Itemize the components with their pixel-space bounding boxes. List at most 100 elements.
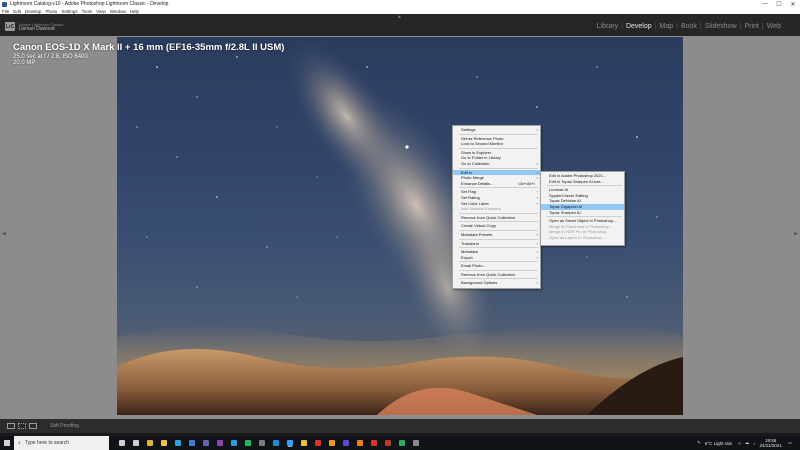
- menu-help[interactable]: Help: [130, 9, 139, 14]
- notes-icon[interactable]: [301, 440, 307, 446]
- menu-develop[interactable]: Develop: [25, 9, 42, 14]
- menu-tools[interactable]: Tools: [82, 9, 93, 14]
- menu-item-label: Show in Explorer: [461, 149, 492, 155]
- ctx-item-background-options[interactable]: Background Options ›: [453, 280, 540, 286]
- chrome-icon[interactable]: [147, 440, 153, 446]
- menu-item-label: Merge to HDR Pro in Photoshop...: [549, 229, 610, 235]
- menu-separator: [459, 212, 538, 214]
- ctx-item-lock-to-second-monitor[interactable]: Lock to Second Monitor: [453, 141, 540, 147]
- module-book[interactable]: Book: [678, 23, 700, 30]
- spotify-icon[interactable]: [245, 440, 251, 446]
- loupe-view-icon[interactable]: [7, 423, 15, 429]
- windows-taskbar: ⌕ Type here to search ✎ 6°C Light rain ˄…: [0, 436, 800, 450]
- collapse-left-panel-icon[interactable]: ◀: [2, 231, 6, 237]
- menu-item-label: Settings: [461, 127, 476, 132]
- menu-item-label: Remove from Quick Collection: [461, 271, 516, 277]
- weather-widget[interactable]: 6°C Light rain: [705, 441, 732, 446]
- menu-separator: [459, 247, 538, 249]
- menu-window[interactable]: Window: [110, 9, 126, 14]
- module-print[interactable]: Print: [741, 23, 761, 30]
- menu-item-label: Open as Smart Object in Photoshop...: [549, 218, 617, 224]
- ctx-item-remove-from-quick-collection[interactable]: Remove from Quick Collection: [453, 272, 540, 278]
- ctx-item-settings[interactable]: Settings ›: [453, 127, 540, 133]
- menu-item-label: Open as Layers in Photoshop...: [549, 234, 606, 240]
- menu-item-label: SpyderCheckr Editing: [549, 192, 588, 198]
- menu-item-label: Metadata Presets: [461, 231, 493, 237]
- lightroom-classic-icon[interactable]: [287, 440, 293, 446]
- submenu-item-edit-in-topaz-sharpen-ai-exe[interactable]: Edit in Topaz Sharpen AI.exe...: [541, 179, 624, 185]
- pen-icon[interactable]: ✎: [697, 440, 701, 446]
- ctx-item-metadata-presets[interactable]: Metadata Presets ›: [453, 232, 540, 238]
- notifications-icon[interactable]: ▭: [788, 440, 792, 446]
- before-after-icon[interactable]: [18, 423, 26, 429]
- taskbar-apps: [115, 440, 423, 446]
- teams-icon[interactable]: [203, 440, 209, 446]
- menu-separator: [459, 221, 538, 223]
- module-develop[interactable]: Develop: [623, 23, 655, 30]
- menu-item-label: Set Color Label: [461, 200, 489, 206]
- media-icon[interactable]: [259, 440, 265, 446]
- collapse-right-panel-icon[interactable]: ▶: [794, 231, 798, 237]
- app-gray-icon[interactable]: [413, 440, 419, 446]
- task-view-icon[interactable]: [119, 440, 125, 446]
- context-menu: Settings › Set as Reference Photo Lock to S…: [452, 125, 541, 289]
- soft-proofing-checkbox[interactable]: Soft Proofing: [50, 423, 79, 429]
- mail-icon[interactable]: [189, 440, 195, 446]
- edge-icon[interactable]: [175, 440, 181, 446]
- module-library[interactable]: Library: [594, 23, 621, 30]
- compare-view-icon[interactable]: [29, 423, 37, 429]
- chevron-right-icon: ›: [536, 280, 538, 286]
- ctx-item-create-virtual-copy[interactable]: Create Virtual Copy: [453, 223, 540, 229]
- menu-separator: [459, 269, 538, 271]
- menu-file[interactable]: File: [2, 9, 9, 14]
- widgets-icon[interactable]: [133, 440, 139, 446]
- maximize-button[interactable]: ☐: [772, 0, 786, 8]
- menu-separator: [459, 261, 538, 263]
- minimize-button[interactable]: —: [758, 0, 772, 8]
- menu-item-label: Set as Reference Photo: [461, 135, 504, 141]
- megapixels-info: 20.0 MP: [13, 60, 36, 66]
- chevron-right-icon: ›: [536, 254, 538, 260]
- menu-view[interactable]: View: [96, 9, 106, 14]
- menu-settings[interactable]: Settings: [61, 9, 77, 14]
- windows-start-icon[interactable]: [4, 440, 10, 446]
- edit-in-submenu: Edit in Adobe Photoshop 2021... Edit in T…: [540, 171, 625, 246]
- menu-item-label: Metadata: [461, 249, 478, 255]
- ctx-item-go-to-collection[interactable]: Go to Collection ›: [453, 161, 540, 167]
- onedrive-icon[interactable]: ☁: [745, 440, 750, 446]
- ctx-item-enhance-details[interactable]: Enhance Details... Ctrl+Alt+I: [453, 181, 540, 187]
- module-map[interactable]: Map: [656, 23, 676, 30]
- app-green-icon[interactable]: [399, 440, 405, 446]
- file-explorer-icon[interactable]: [161, 440, 167, 446]
- volume-icon[interactable]: ♪: [753, 441, 755, 446]
- system-tray: ✎ 6°C Light rain ˄ ☁ ♪ 18:55 24/11/2021 …: [697, 436, 796, 450]
- menu-edit[interactable]: Edit: [13, 9, 21, 14]
- photos-icon[interactable]: [231, 440, 237, 446]
- module-slideshow[interactable]: Slideshow: [702, 23, 740, 30]
- ctx-item-remove-from-quick-collection[interactable]: Remove from Quick Collection: [453, 215, 540, 221]
- submenu-item-topaz-sharpen-ai[interactable]: Topaz Sharpen AI: [541, 210, 624, 216]
- chevron-up-icon[interactable]: ˄: [738, 441, 741, 446]
- clock[interactable]: 18:55 24/11/2021: [760, 438, 782, 448]
- illustrator-icon[interactable]: [329, 440, 335, 446]
- module-web[interactable]: Web: [764, 23, 784, 30]
- acrobat-icon[interactable]: [315, 440, 321, 446]
- menu-photo[interactable]: Photo: [46, 9, 58, 14]
- ctx-item-transform[interactable]: Transform ›: [453, 241, 540, 247]
- vlc-icon[interactable]: [357, 440, 363, 446]
- menu-separator: [547, 185, 622, 187]
- lightroom-logo: LrC: [5, 22, 15, 31]
- ctx-item-export[interactable]: Export ›: [453, 255, 540, 261]
- collapse-top-panel-icon[interactable]: ▲: [397, 14, 402, 20]
- premiere-icon[interactable]: [343, 440, 349, 446]
- opera-icon[interactable]: [371, 440, 377, 446]
- app-red-icon[interactable]: [385, 440, 391, 446]
- menu-item-label: Create Virtual Copy: [461, 223, 496, 229]
- menu-separator: [459, 167, 538, 169]
- taskbar-search-input[interactable]: ⌕ Type here to search: [14, 436, 109, 450]
- menu-item-label: Edit in Adobe Photoshop 2021...: [549, 173, 607, 178]
- close-button[interactable]: ✕: [786, 0, 800, 8]
- onenote-icon[interactable]: [217, 440, 223, 446]
- photoshop-icon[interactable]: [273, 440, 279, 446]
- ctx-item-email-photo[interactable]: Email Photo...: [453, 263, 540, 269]
